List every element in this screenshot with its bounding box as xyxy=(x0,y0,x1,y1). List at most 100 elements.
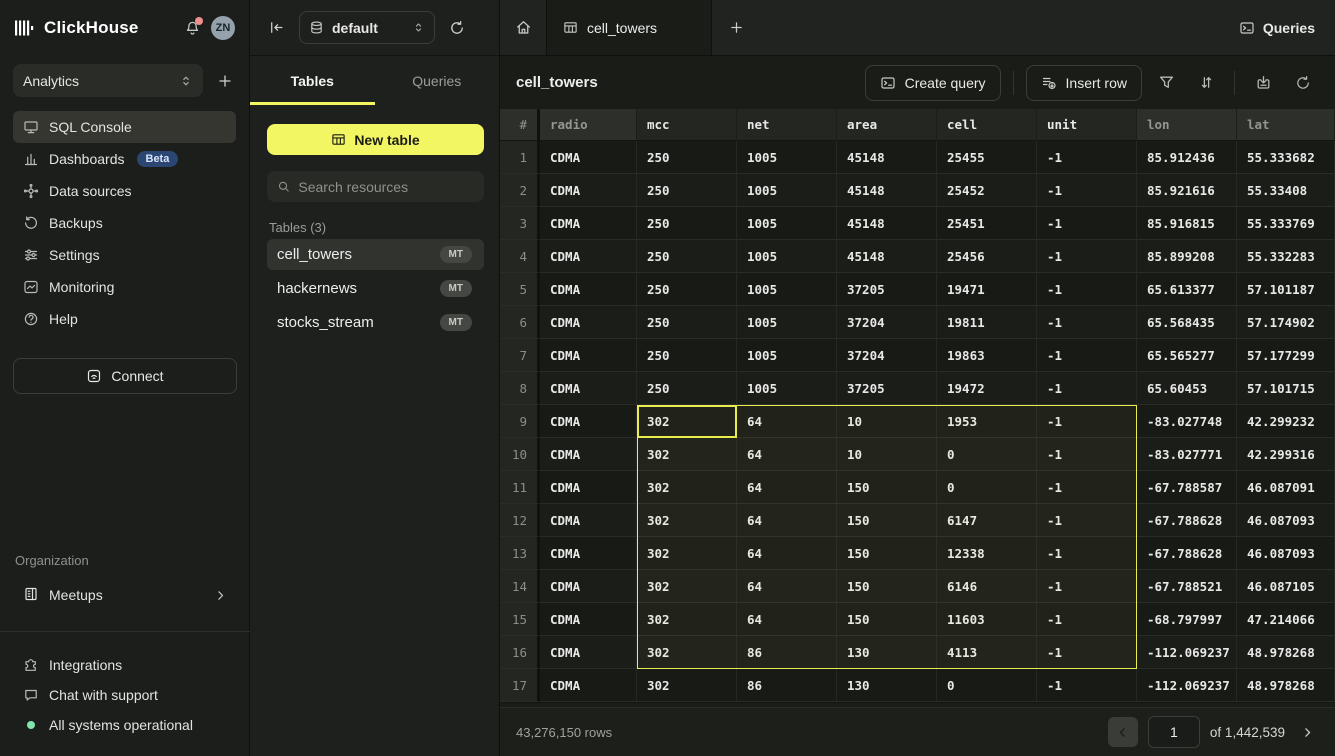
cell-net[interactable]: 86 xyxy=(737,636,837,669)
cell-net[interactable]: 64 xyxy=(737,438,837,471)
cell-cell[interactable]: 6146 xyxy=(937,570,1037,603)
cell-lat[interactable]: 57.101187 xyxy=(1237,273,1335,306)
cell-lon[interactable]: -67.788628 xyxy=(1137,504,1237,537)
cell-area[interactable]: 130 xyxy=(837,669,937,702)
row-number[interactable]: 6 xyxy=(500,306,540,339)
cell-lon[interactable]: 65.60453 xyxy=(1137,372,1237,405)
cell-radio[interactable]: CDMA xyxy=(540,471,637,504)
cell-lat[interactable]: 42.299232 xyxy=(1237,405,1335,438)
row-number[interactable]: 7 xyxy=(500,339,540,372)
cell-cell[interactable]: 19811 xyxy=(937,306,1037,339)
prev-page-button[interactable] xyxy=(1108,717,1138,747)
row-number[interactable]: 15 xyxy=(500,603,540,636)
row-number[interactable]: 10 xyxy=(500,438,540,471)
cell-radio[interactable]: CDMA xyxy=(540,273,637,306)
cell-lon[interactable]: 85.916815 xyxy=(1137,207,1237,240)
row-number[interactable]: 11 xyxy=(500,471,540,504)
cell-area[interactable]: 45148 xyxy=(837,141,937,174)
cell-lon[interactable]: -67.788628 xyxy=(1137,537,1237,570)
column-header-lon[interactable]: lon xyxy=(1137,109,1237,141)
cell-area[interactable]: 45148 xyxy=(837,207,937,240)
page-number-input[interactable] xyxy=(1148,716,1200,748)
cell-unit[interactable]: -1 xyxy=(1037,636,1137,669)
sidebar-item-integrations[interactable]: Integrations xyxy=(13,650,237,680)
cell-cell[interactable]: 11603 xyxy=(937,603,1037,636)
cell-unit[interactable]: -1 xyxy=(1037,207,1137,240)
cell-area[interactable]: 10 xyxy=(837,438,937,471)
cell-net[interactable]: 1005 xyxy=(737,273,837,306)
sidebar-item-meetups[interactable]: Meetups xyxy=(13,578,237,612)
cell-lon[interactable]: 65.613377 xyxy=(1137,273,1237,306)
cell-cell[interactable]: 0 xyxy=(937,669,1037,702)
add-service-button[interactable] xyxy=(213,69,237,93)
cell-radio[interactable]: CDMA xyxy=(540,306,637,339)
cell-unit[interactable]: -1 xyxy=(1037,570,1137,603)
next-page-button[interactable] xyxy=(1295,720,1319,744)
home-tab[interactable] xyxy=(500,0,547,55)
cell-net[interactable]: 64 xyxy=(737,405,837,438)
table-list-item-stocks_stream[interactable]: stocks_streamMT xyxy=(267,307,484,338)
sidebar-item-help[interactable]: Help xyxy=(13,303,236,335)
cell-mcc[interactable]: 302 xyxy=(637,570,737,603)
cell-lon[interactable]: 85.899208 xyxy=(1137,240,1237,273)
cell-cell[interactable]: 19863 xyxy=(937,339,1037,372)
cell-radio[interactable]: CDMA xyxy=(540,504,637,537)
cell-cell[interactable]: 25452 xyxy=(937,174,1037,207)
sidebar-item-chat-with-support[interactable]: Chat with support xyxy=(13,680,237,710)
cell-radio[interactable]: CDMA xyxy=(540,207,637,240)
row-number[interactable]: 13 xyxy=(500,537,540,570)
cell-mcc[interactable]: 302 xyxy=(637,405,737,438)
cell-net[interactable]: 64 xyxy=(737,537,837,570)
cell-lat[interactable]: 47.214066 xyxy=(1237,603,1335,636)
column-header-mcc[interactable]: mcc xyxy=(637,109,737,141)
cell-cell[interactable]: 6147 xyxy=(937,504,1037,537)
cell-mcc[interactable]: 250 xyxy=(637,174,737,207)
cell-unit[interactable]: -1 xyxy=(1037,141,1137,174)
cell-radio[interactable]: CDMA xyxy=(540,405,637,438)
sidebar-item-all-systems-operational[interactable]: All systems operational xyxy=(13,710,237,740)
cell-lon[interactable]: -67.788587 xyxy=(1137,471,1237,504)
cell-mcc[interactable]: 250 xyxy=(637,372,737,405)
cell-lon[interactable]: -83.027748 xyxy=(1137,405,1237,438)
cell-unit[interactable]: -1 xyxy=(1037,438,1137,471)
sidebar-item-settings[interactable]: Settings xyxy=(13,239,236,271)
row-number[interactable]: 9 xyxy=(500,405,540,438)
cell-lat[interactable]: 57.174902 xyxy=(1237,306,1335,339)
workspace-selector[interactable]: Analytics xyxy=(13,64,203,97)
cell-radio[interactable]: CDMA xyxy=(540,372,637,405)
cell-lon[interactable]: -83.027771 xyxy=(1137,438,1237,471)
cell-lat[interactable]: 57.101715 xyxy=(1237,372,1335,405)
search-input[interactable] xyxy=(298,179,474,195)
cell-cell[interactable]: 19472 xyxy=(937,372,1037,405)
column-header-lat[interactable]: lat xyxy=(1237,109,1335,141)
cell-lon[interactable]: -68.797997 xyxy=(1137,603,1237,636)
cell-lon[interactable]: 85.912436 xyxy=(1137,141,1237,174)
column-header-unit[interactable]: unit xyxy=(1037,109,1137,141)
cell-unit[interactable]: -1 xyxy=(1037,339,1137,372)
cell-unit[interactable]: -1 xyxy=(1037,669,1137,702)
avatar[interactable]: ZN xyxy=(211,16,235,40)
sidebar-item-dashboards[interactable]: DashboardsBeta xyxy=(13,143,236,175)
cell-mcc[interactable]: 250 xyxy=(637,207,737,240)
row-number[interactable]: 5 xyxy=(500,273,540,306)
cell-net[interactable]: 1005 xyxy=(737,240,837,273)
cell-radio[interactable]: CDMA xyxy=(540,570,637,603)
column-header-cell[interactable]: cell xyxy=(937,109,1037,141)
cell-cell[interactable]: 25455 xyxy=(937,141,1037,174)
refresh-tables-button[interactable] xyxy=(445,16,469,40)
cell-net[interactable]: 64 xyxy=(737,603,837,636)
notifications-button[interactable] xyxy=(184,20,201,37)
cell-mcc[interactable]: 250 xyxy=(637,273,737,306)
cell-cell[interactable]: 19471 xyxy=(937,273,1037,306)
cell-area[interactable]: 150 xyxy=(837,471,937,504)
cell-net[interactable]: 64 xyxy=(737,471,837,504)
cell-unit[interactable]: -1 xyxy=(1037,603,1137,636)
cell-unit[interactable]: -1 xyxy=(1037,405,1137,438)
connect-button[interactable]: Connect xyxy=(13,358,237,394)
cell-mcc[interactable]: 250 xyxy=(637,240,737,273)
cell-net[interactable]: 1005 xyxy=(737,339,837,372)
cell-lon[interactable]: -67.788521 xyxy=(1137,570,1237,603)
cell-radio[interactable]: CDMA xyxy=(540,438,637,471)
cell-cell[interactable]: 25456 xyxy=(937,240,1037,273)
cell-area[interactable]: 45148 xyxy=(837,174,937,207)
